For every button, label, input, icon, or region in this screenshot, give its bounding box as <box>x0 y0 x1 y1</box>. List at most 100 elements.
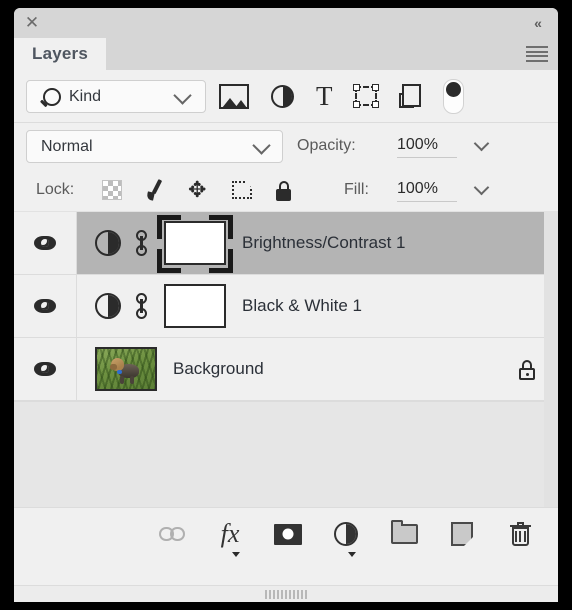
mask-link-icon[interactable] <box>133 228 151 258</box>
layer-row-content: Black & White 1 <box>77 275 558 337</box>
lock-all[interactable] <box>274 180 293 201</box>
layer-name: Black & White 1 <box>242 296 362 315</box>
shape-bounding-box-icon <box>352 84 379 108</box>
chevron-down-icon <box>173 86 192 105</box>
chevron-down-icon <box>252 136 271 155</box>
layer-mask-icon <box>274 523 302 545</box>
menu-line <box>526 50 548 53</box>
lock-transparent-pixels[interactable] <box>102 180 122 200</box>
visibility-cell[interactable] <box>14 338 77 400</box>
text-t-icon: T <box>316 81 333 111</box>
new-adjustment-layer-button[interactable] <box>331 519 361 557</box>
tab-layers[interactable]: Layers <box>14 38 107 70</box>
blend-mode-value: Normal <box>41 137 93 155</box>
layer-list-empty-area <box>14 401 558 507</box>
filter-type-layers[interactable]: T <box>316 81 333 111</box>
eye-icon[interactable] <box>34 236 56 250</box>
menu-line <box>526 55 548 58</box>
checkerboard-icon <box>102 180 122 200</box>
lock-position[interactable]: ✥ <box>188 179 210 201</box>
eye-icon[interactable] <box>34 362 56 376</box>
filter-type-icons: T <box>219 78 464 114</box>
mask-link-icon[interactable] <box>133 291 151 321</box>
new-group-button[interactable] <box>389 519 419 549</box>
layer-row-content: Brightness/Contrast 1 <box>77 212 558 274</box>
opacity-label: Opacity: <box>297 137 356 154</box>
layer-style-button[interactable]: fx <box>215 519 245 557</box>
half-circle-adjustment-icon <box>334 522 358 546</box>
fx-icon: fx <box>220 519 240 548</box>
tab-strip: Layers <box>14 38 558 70</box>
grip-lines-icon <box>265 589 307 599</box>
panel-resize-grip[interactable] <box>14 585 558 602</box>
layer-name: Brightness/Contrast 1 <box>242 233 406 252</box>
caret-down-icon <box>348 552 356 557</box>
half-circle-adjustment-icon <box>271 84 294 108</box>
add-layer-mask-button[interactable] <box>273 519 303 549</box>
visibility-cell[interactable] <box>14 275 77 337</box>
layer-rows: Brightness/Contrast 1 Black & White 1 Ba… <box>14 212 558 401</box>
hamburger-menu-icon[interactable] <box>526 46 548 62</box>
blend-mode-select[interactable]: Normal <box>26 130 283 163</box>
menu-line <box>526 59 548 62</box>
delete-layer-button[interactable] <box>505 519 535 549</box>
filter-adjustment-layers[interactable] <box>271 84 294 108</box>
double-chevron-left-icon[interactable]: « <box>528 14 548 32</box>
locked-padlock-icon <box>518 359 536 380</box>
adjustment-thumbnail[interactable] <box>95 230 121 256</box>
fill-input[interactable]: 100% <box>397 180 457 202</box>
new-page-icon <box>451 522 473 546</box>
layer-row-content: Background <box>77 338 558 400</box>
chain-link-icon <box>159 527 185 541</box>
adjustment-thumbnail[interactable] <box>95 293 121 319</box>
table-row[interactable]: Background <box>14 338 558 401</box>
lock-buttons: ✥ <box>102 175 293 205</box>
layers-panel: ✕ « Layers Kind T Normal Opacity: 100% L… <box>14 8 558 594</box>
bottom-toolbar-buttons: fx <box>157 517 535 557</box>
table-row[interactable]: Brightness/Contrast 1 <box>14 212 558 275</box>
lock-image-pixels[interactable] <box>144 179 166 201</box>
menu-line <box>526 46 548 48</box>
lock-artboard-nesting[interactable] <box>232 181 252 199</box>
lock-label: Lock: <box>36 181 75 198</box>
fill-chevron-down-icon[interactable] <box>473 179 490 196</box>
screenshot-root: ✕ « Layers Kind T Normal Opacity: 100% L… <box>0 0 572 610</box>
opacity-chevron-down-icon[interactable] <box>473 135 490 152</box>
link-layers-button[interactable] <box>157 519 187 549</box>
layer-list: Brightness/Contrast 1 Black & White 1 Ba… <box>14 212 558 507</box>
padlock-icon <box>274 180 293 201</box>
panel-bottom-toolbar: fx <box>14 507 558 560</box>
mask-selection-brackets <box>157 215 233 273</box>
opacity-input[interactable]: 100% <box>397 136 457 158</box>
artboard-icon <box>232 181 252 199</box>
trash-can-icon <box>509 522 531 546</box>
layer-mask-thumbnail[interactable] <box>164 284 226 328</box>
blend-bar: Normal Opacity: 100% <box>14 123 558 169</box>
eye-icon[interactable] <box>34 299 56 313</box>
tab-layers-label: Layers <box>32 44 89 63</box>
panel-titlebar: ✕ « <box>14 8 558 38</box>
folder-icon <box>390 520 418 544</box>
filter-shape-layers[interactable] <box>352 84 379 108</box>
move-arrows-icon: ✥ <box>188 177 207 202</box>
layer-list-scrollbar[interactable] <box>544 212 558 507</box>
caret-down-icon <box>232 552 240 557</box>
new-layer-button[interactable] <box>447 519 477 549</box>
table-row[interactable]: Black & White 1 <box>14 275 558 338</box>
visibility-cell[interactable] <box>14 212 77 274</box>
filter-pixel-layers[interactable] <box>219 83 249 109</box>
smart-object-icon <box>398 84 421 108</box>
fill-label: Fill: <box>344 181 369 198</box>
kind-filter-select[interactable]: Kind <box>26 80 206 113</box>
filter-bar: Kind T <box>14 70 558 123</box>
lock-bar: Lock: ✥ Fill: 100% <box>14 169 558 212</box>
filter-smart-objects[interactable] <box>398 84 421 108</box>
layer-thumbnail[interactable] <box>95 347 157 391</box>
layer-name: Background <box>173 359 264 378</box>
close-icon[interactable]: ✕ <box>23 14 41 32</box>
filter-enable-toggle[interactable] <box>442 78 464 114</box>
layer-mask-thumbnail[interactable] <box>157 215 233 273</box>
paintbrush-icon <box>144 179 166 201</box>
magnifier-icon <box>43 88 61 106</box>
dog-photo-subject <box>110 356 141 384</box>
